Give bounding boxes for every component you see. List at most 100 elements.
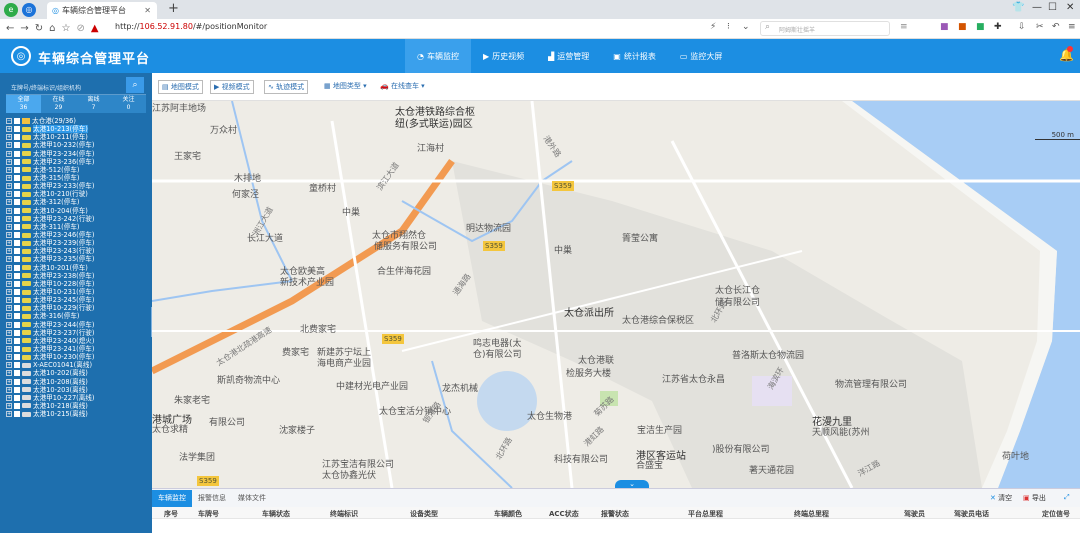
map-poi-label[interactable]: 太仓协鑫光伏 (322, 468, 376, 481)
map-canvas[interactable]: 500 m 太仓港铁路综合枢 纽(多式联运)园区 万众村 王家宅 江海村 木排地 何家泾 童桥… (152, 101, 1080, 488)
map-poi-label[interactable]: 天顺风能(苏州 (812, 425, 870, 438)
map-poi-label[interactable]: 沈家楼子 (279, 423, 315, 436)
map-poi-label[interactable]: 箐莹公寓 (622, 231, 658, 244)
map-poi-label[interactable]: 万众村 (210, 123, 237, 136)
expand-icon[interactable]: + (6, 386, 12, 393)
map-poi-label[interactable]: 童桥村 (309, 181, 336, 194)
game-icon[interactable]: ■ (958, 22, 967, 32)
table-column-header[interactable]: 车辆颜色 (494, 509, 522, 519)
forward-icon[interactable]: → (20, 23, 28, 34)
checkbox[interactable] (14, 183, 20, 190)
table-column-header[interactable]: ACC状态 (549, 509, 579, 519)
checkbox[interactable] (14, 280, 20, 287)
expand-icon[interactable]: + (6, 256, 12, 263)
checkbox[interactable] (14, 248, 20, 255)
vehicle-tree-item[interactable]: + 太港甲23-245(停车) (6, 296, 151, 304)
undo-icon[interactable]: ↶ (1052, 22, 1060, 32)
map-poi-label[interactable]: 检服务大楼 (566, 366, 611, 379)
map-poi-label[interactable]: 太仓求精 (152, 422, 188, 435)
checkbox[interactable] (14, 402, 20, 409)
more-icon[interactable]: ≡ (1068, 22, 1076, 32)
checkbox[interactable] (14, 223, 20, 230)
scissors-icon[interactable]: ✂ (1036, 22, 1044, 32)
puzzle-icon[interactable]: ✚ (994, 22, 1002, 32)
table-column-header[interactable]: 序号 (164, 509, 178, 519)
nav-history-video[interactable]: ▶ 历史视频 (471, 39, 536, 73)
map-poi-label[interactable]: 木排地 (234, 171, 261, 184)
map-poi-label[interactable]: 费家宅 (282, 345, 309, 358)
checkbox[interactable] (14, 158, 20, 165)
checkbox[interactable] (14, 256, 20, 263)
checkbox[interactable] (14, 337, 20, 344)
map-poi-label[interactable]: 王家宅 (174, 149, 201, 162)
checkbox[interactable] (14, 126, 20, 133)
video-mode-button[interactable]: ▶ 视频模式 (210, 80, 254, 94)
checkbox[interactable] (14, 297, 20, 304)
track-mode-button[interactable]: ∿ 轨迹模式 (264, 80, 309, 94)
expand-icon[interactable]: + (6, 264, 12, 271)
table-column-header[interactable]: 设备类型 (410, 509, 438, 519)
video-icon[interactable]: ■ (976, 22, 985, 32)
browser-tab[interactable]: ◎ 车辆综合管理平台 ✕ (47, 2, 157, 19)
home-icon[interactable]: ⌂ (49, 23, 55, 34)
expand-icon[interactable]: + (6, 337, 12, 344)
vehicle-tree-item[interactable]: + 太港10-201(停车) (6, 264, 151, 272)
expand-icon[interactable]: + (6, 166, 12, 173)
map-poi-label[interactable]: 科技有限公司 (554, 452, 608, 465)
vehicle-tree-item[interactable]: + 太港甲23-235(停车) (6, 255, 151, 263)
map-poi-label[interactable]: 有限公司 (209, 415, 245, 428)
table-column-header[interactable]: 车牌号 (198, 509, 219, 519)
close-window-icon[interactable]: ✕ (1066, 2, 1074, 13)
star-icon[interactable]: ☆ (62, 23, 71, 34)
checkbox[interactable] (14, 142, 20, 149)
table-column-header[interactable]: 驾驶员 (904, 509, 925, 519)
map-poi-label[interactable]: 法学集团 (179, 450, 215, 463)
vehicle-tree-item[interactable]: + 太港甲10-230(停车) (6, 353, 151, 361)
expand-icon[interactable]: + (6, 411, 12, 418)
expand-icon[interactable]: + (6, 289, 12, 296)
map-poi-label[interactable]: 中巢 (342, 205, 360, 218)
expand-icon[interactable]: + (6, 280, 12, 287)
table-column-header[interactable]: 车辆状态 (262, 509, 290, 519)
vehicle-tree-item[interactable]: + 太港甲23-246(停车) (6, 231, 151, 239)
download-icon[interactable]: ⇩ (1018, 22, 1026, 32)
checkbox[interactable] (14, 207, 20, 214)
map-poi-label[interactable]: 纽(多式联运)园区 (395, 115, 473, 130)
map-poi-label[interactable]: 著天通花园 (749, 463, 794, 476)
checkbox[interactable] (14, 370, 20, 377)
map-poi-label[interactable]: 江海村 (417, 141, 444, 154)
expand-icon[interactable]: + (6, 126, 12, 133)
expand-icon[interactable]: + (6, 297, 12, 304)
expand-icon[interactable]: + (6, 272, 12, 279)
reload-icon[interactable]: ↻ (35, 23, 43, 34)
expand-icon[interactable]: + (6, 402, 12, 409)
map-poi-label[interactable]: 龙杰机械 (442, 381, 478, 394)
vehicle-tree-item[interactable]: + 太港甲23-242(行驶) (6, 215, 151, 223)
expand-icon[interactable]: + (6, 354, 12, 361)
map-poi-label[interactable]: 中巢 (554, 243, 572, 256)
vehicle-tree-item[interactable]: + 太港甲23-236(停车) (6, 158, 151, 166)
checkbox[interactable] (14, 240, 20, 247)
map-mode-button[interactable]: ▤ 地图模式 (158, 80, 203, 94)
expand-icon[interactable]: + (6, 313, 12, 320)
back-icon[interactable]: ← (6, 23, 14, 34)
vehicle-tree-item[interactable]: + 太港10-218(离线) (6, 402, 151, 410)
map-poi-label[interactable]: 荷叶地 (1002, 449, 1029, 462)
checkbox[interactable] (14, 289, 20, 296)
checkbox[interactable] (14, 378, 20, 385)
vehicle-tree-item[interactable]: + 太港甲23-237(行驶) (6, 329, 151, 337)
expand-icon[interactable]: + (6, 329, 12, 336)
clear-button[interactable]: ✕ 清空 (990, 493, 1012, 503)
checkbox[interactable] (14, 329, 20, 336)
browser-app-icon[interactable]: ◎ (22, 2, 36, 17)
tab-vehicle-monitor[interactable]: 车辆监控 (152, 490, 192, 507)
map-poi-label[interactable]: 朱家老宅 (174, 393, 210, 406)
checkbox[interactable] (14, 362, 20, 369)
checkbox[interactable] (14, 411, 20, 418)
menu-icon[interactable]: ≡ (900, 22, 908, 32)
map-poi-label[interactable]: 太仓港联 (578, 353, 614, 366)
map-poi-label[interactable]: )股份有限公司 (712, 442, 770, 455)
checkbox[interactable] (14, 191, 20, 198)
url-text[interactable]: http://106.52.91.80/#/positionMonitor (115, 22, 267, 31)
expand-icon[interactable]: + (6, 370, 12, 377)
